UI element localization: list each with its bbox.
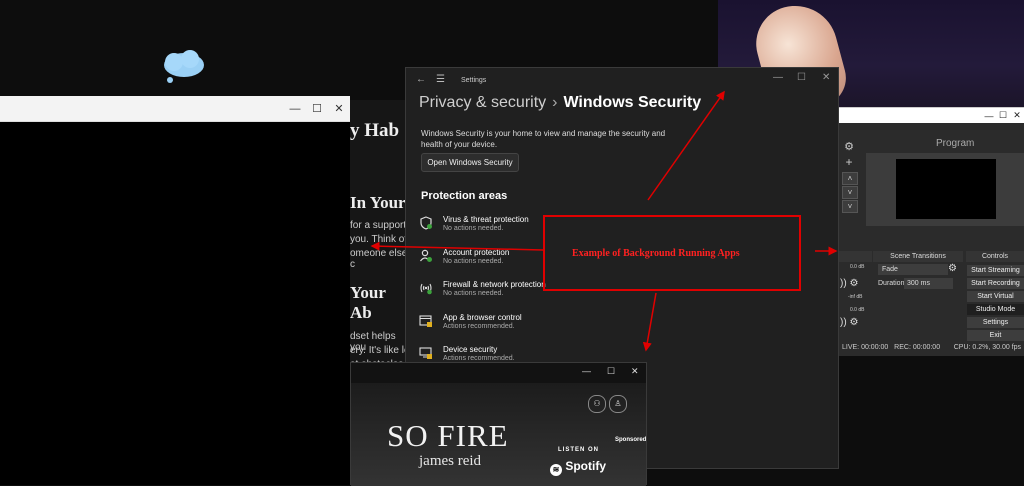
maximize-button[interactable]: ☐ — [306, 102, 328, 115]
spotify-brand: Spotify — [565, 459, 607, 473]
page-title: Windows Security — [563, 94, 702, 111]
area-status: Actions recommended. — [443, 355, 515, 362]
program-label: Program — [936, 138, 975, 149]
close-button[interactable]: ✕ — [328, 102, 350, 115]
annotation-text: Example of Background Running Apps — [572, 248, 740, 259]
spotify-window[interactable]: — ☐ ✕ ⚇ ♙ SO FIRE james reid Sponsored L… — [350, 362, 647, 486]
sponsored-label: Sponsored — [615, 437, 647, 443]
area-status: No actions needed. — [443, 258, 504, 265]
maximize-button[interactable]: ☐ — [797, 72, 806, 83]
rec-time: REC: 00:00:00 — [894, 344, 941, 351]
breadcrumb-separator: › — [552, 94, 558, 111]
firewall-icon — [420, 283, 432, 295]
area-title: Account protection — [443, 248, 510, 257]
ad-artist: james reid — [419, 453, 482, 469]
gear-icon[interactable]: ⚙ — [948, 263, 957, 274]
article-heading: In Your — [350, 193, 406, 212]
article-text: for a supporti — [350, 220, 409, 231]
transition-select[interactable]: Fade — [878, 264, 948, 275]
listen-on-label: LISTEN ON — [558, 447, 600, 453]
minimize-button[interactable]: — — [982, 111, 996, 121]
area-status: Actions recommended. — [443, 323, 515, 330]
area-title: Firewall & network protection — [443, 280, 546, 289]
account-icon — [420, 249, 432, 262]
article-text: omeone else c — [350, 248, 408, 270]
cloud-icon — [164, 50, 204, 83]
article-text: ery. It's like le — [350, 345, 410, 356]
db-level: -inf dB — [848, 294, 863, 300]
db-level: 0.0 dB — [850, 264, 865, 270]
section-title: Protection areas — [421, 190, 508, 202]
chevron-down-icon[interactable]: ˅ — [842, 200, 858, 213]
shield-virus-icon — [420, 216, 432, 230]
breadcrumb-parent[interactable]: Privacy & security — [419, 94, 546, 111]
controls-header: Controls — [966, 251, 1024, 262]
spotify-logo: ≋ Spotify — [550, 459, 606, 476]
maximize-button[interactable]: ☐ — [607, 366, 615, 377]
area-status: No actions needed. — [443, 290, 504, 297]
app-browser-icon — [419, 315, 432, 327]
minimize-button[interactable]: — — [582, 366, 591, 376]
status-bar: LIVE: 00:00:00 REC: 00:00:00 CPU: 0.2%, … — [842, 344, 1021, 351]
area-title: Virus & threat protection — [443, 215, 529, 224]
speaker-icon[interactable]: )) ⚙ — [840, 278, 858, 289]
window-titlebar[interactable]: — ☐ ✕ — [836, 108, 1024, 123]
program-preview — [866, 153, 1024, 226]
article-heading: Your Ab — [350, 283, 386, 322]
article-text: you. Think of — [350, 234, 408, 245]
page-description: Windows Security is your home to view an… — [421, 129, 666, 149]
minimize-button[interactable]: — — [773, 72, 783, 83]
speaker-icon[interactable]: )) ⚙ — [840, 317, 858, 328]
db-level: 0.0 dB — [850, 307, 865, 313]
window-titlebar[interactable]: — ☐ ✕ — [0, 96, 350, 122]
app-title: Settings — [461, 77, 487, 84]
breadcrumb: Privacy & security › Windows Security — [419, 94, 701, 112]
gear-icon[interactable]: ⚙ — [842, 142, 856, 153]
maximize-button[interactable]: ☐ — [996, 110, 1010, 121]
audio-mixer-header — [836, 251, 872, 262]
duration-label: Duration — [878, 280, 905, 287]
live-time: LIVE: 00:00:00 — [842, 344, 889, 351]
start-streaming-button[interactable]: Start Streaming — [967, 265, 1024, 276]
minimize-button[interactable]: — — [284, 103, 306, 115]
scene-transitions-header: Scene Transitions — [873, 251, 963, 262]
ad-title: SO FIRE — [387, 418, 509, 453]
settings-button[interactable]: Settings — [967, 317, 1024, 328]
menu-icon[interactable]: ☰ — [436, 74, 445, 85]
user-icon[interactable]: ♙ — [609, 395, 627, 413]
article-heading: y Hab — [350, 120, 400, 141]
start-recording-button[interactable]: Start Recording — [967, 278, 1024, 289]
open-windows-security-button[interactable]: Open Windows Security — [421, 153, 519, 172]
duration-input[interactable]: 300 ms — [904, 278, 953, 289]
background-window-left[interactable]: — ☐ ✕ — [0, 96, 350, 485]
back-icon[interactable]: ← — [416, 74, 426, 85]
chevron-down-icon[interactable]: ˅ — [842, 186, 858, 199]
cpu-status: CPU: 0.2%, 30.00 fps — [953, 344, 1022, 351]
start-virtual-camera-button[interactable]: Start Virtual Camera — [967, 291, 1024, 311]
area-title: App & browser control — [443, 313, 522, 322]
device-security-icon — [419, 347, 432, 359]
spotify-icon: ≋ — [550, 464, 562, 476]
close-button[interactable]: ✕ — [631, 366, 639, 377]
obs-window[interactable]: — ☐ ✕ ⚙ + ˄ ˅ ˅ Program Scene Transition… — [836, 107, 1024, 356]
area-status: No actions needed. — [443, 225, 504, 232]
chevron-up-icon[interactable]: ˄ — [842, 172, 858, 185]
close-button[interactable]: ✕ — [822, 72, 830, 83]
exit-button[interactable]: Exit — [967, 330, 1024, 341]
studio-mode-button[interactable]: Studio Mode — [967, 304, 1024, 315]
add-icon[interactable]: + — [842, 156, 856, 168]
friends-icon[interactable]: ⚇ — [588, 395, 606, 413]
close-button[interactable]: ✕ — [1010, 110, 1024, 121]
area-title: Device security — [443, 345, 498, 354]
